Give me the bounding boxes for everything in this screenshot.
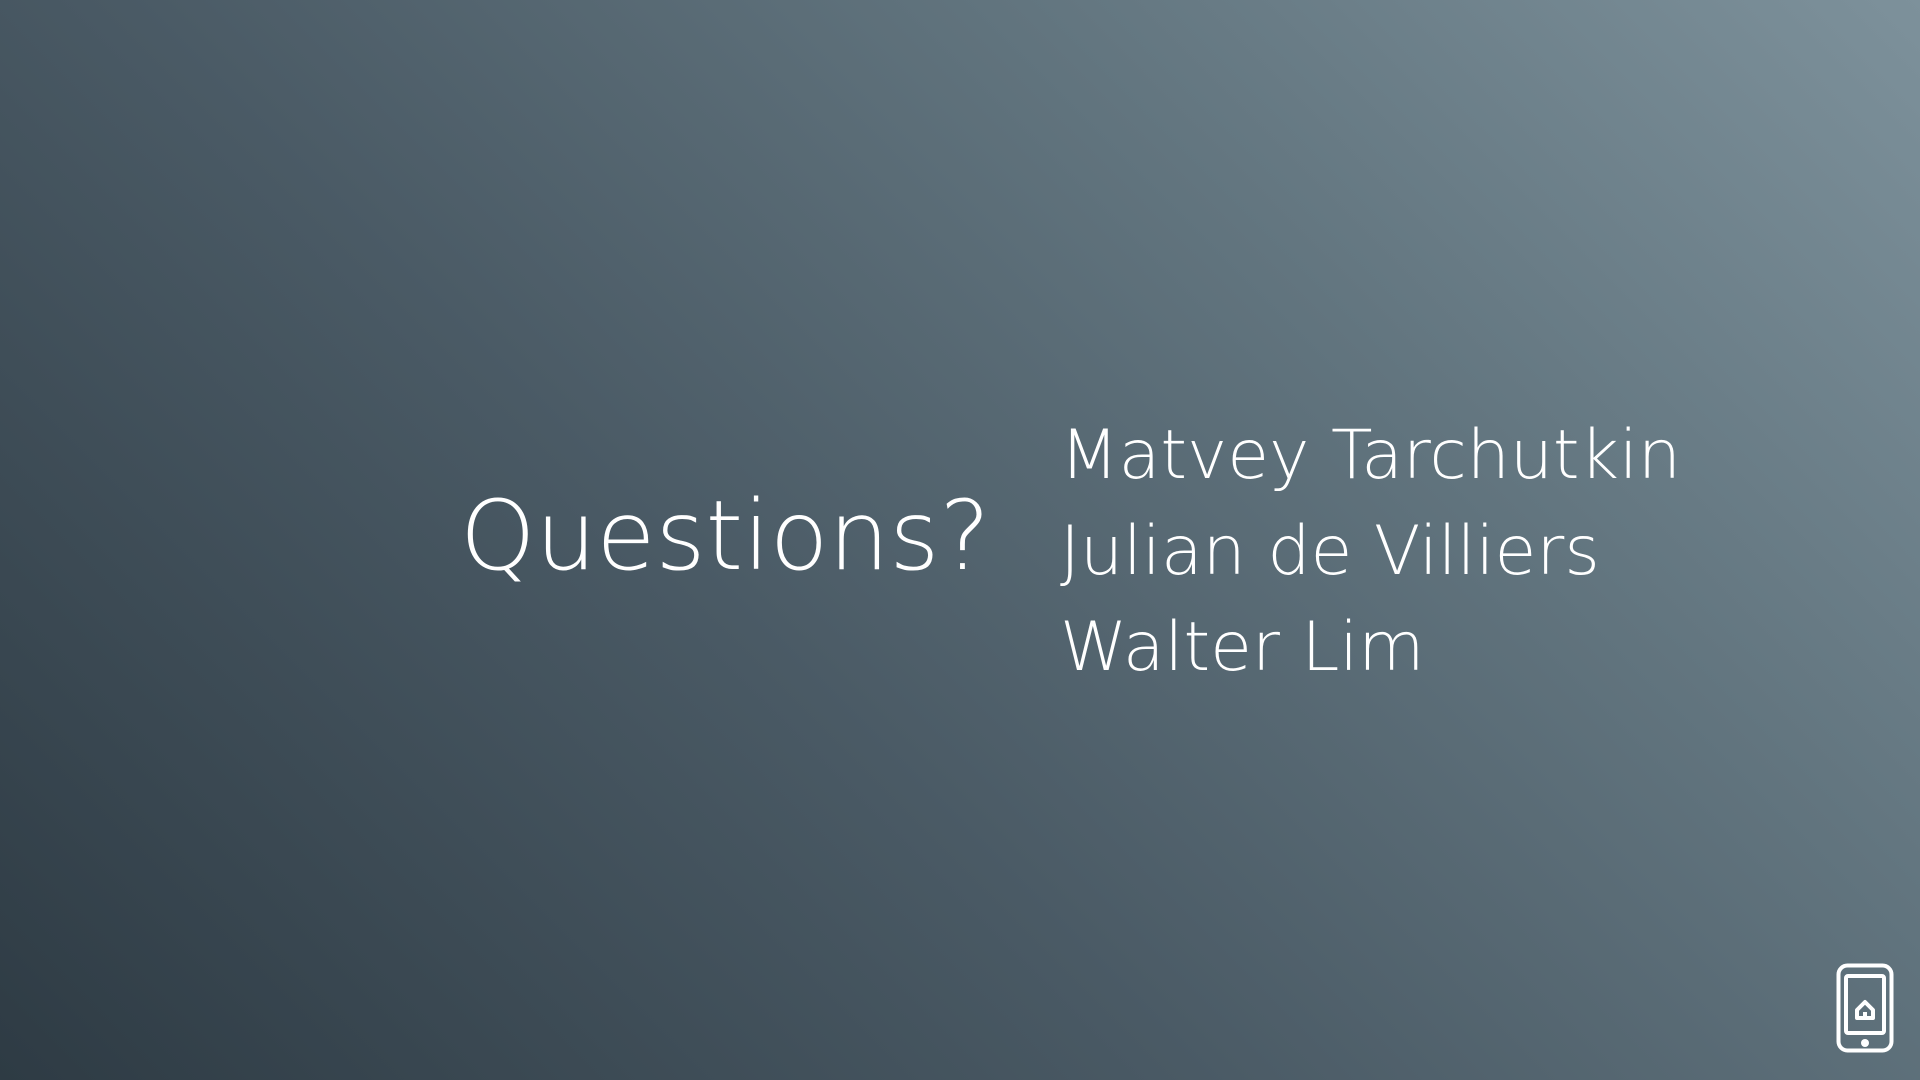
presenter-name-3: Walter Lim [1060, 608, 1425, 687]
questions-heading: Questions? [460, 480, 991, 592]
presentation-slide: Questions? Matvey Tarchutkin Julian de V… [0, 0, 1920, 1080]
presenter-names: Matvey Tarchutkin Julian de Villiers Wal… [1060, 408, 1681, 696]
phone-home-icon [1836, 963, 1894, 1053]
presenter-name-1: Matvey Tarchutkin [1060, 416, 1681, 495]
presenter-name-2: Julian de Villiers [1060, 512, 1600, 591]
